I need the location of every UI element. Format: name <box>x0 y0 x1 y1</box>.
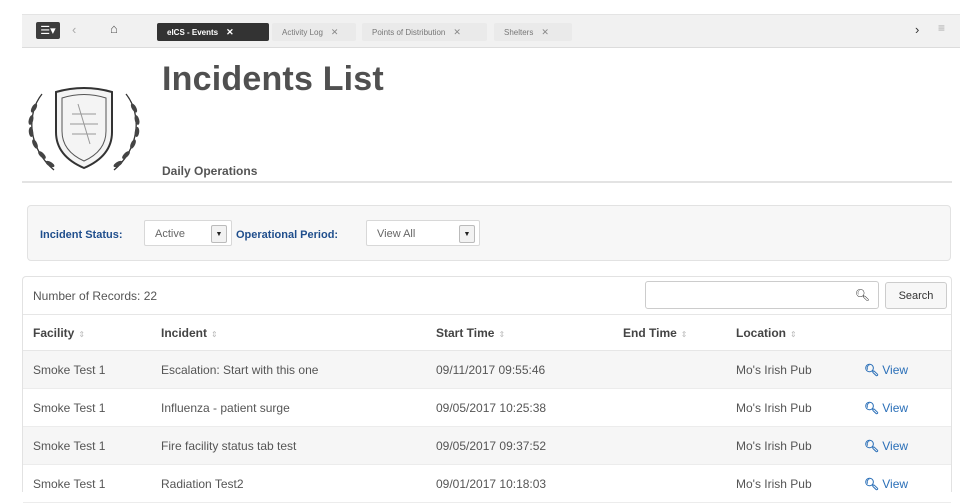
table-row: Smoke Test 1 Radiation Test2 09/01/2017 … <box>23 464 951 503</box>
sort-icon: ⇕ <box>211 329 218 339</box>
table-row: Smoke Test 1 Influenza - patient surge 0… <box>23 388 951 427</box>
sort-icon: ⇕ <box>680 329 688 339</box>
close-icon[interactable]: ✕ <box>331 27 339 38</box>
view-link[interactable]: 🔍︎ View <box>864 477 908 491</box>
table-row: Smoke Test 1 Escalation: Start with this… <box>23 350 951 389</box>
page-title: Incidents List <box>162 60 384 98</box>
records-panel: Number of Records: 22 🔍︎ Search Facility… <box>22 276 952 503</box>
search-button[interactable]: Search <box>885 282 947 309</box>
tab-bar: ☰▾ ‹ ⌂ eICS - Events ✕ Activity Log ✕ Po… <box>22 14 960 48</box>
menu-icon[interactable]: ☰▾ <box>36 22 60 39</box>
table-header-row: Facility ⇕ Incident ⇕ Start Time ⇕ End Time… <box>23 314 951 351</box>
chevron-right-icon[interactable]: › <box>915 22 919 37</box>
column-header-incident[interactable]: Incident ⇕ <box>161 314 436 351</box>
magnifier-icon: 🔍︎ <box>864 400 880 415</box>
chevron-down-icon[interactable]: ▼ <box>211 225 227 243</box>
operational-period-select[interactable]: View All ▼ <box>366 220 480 246</box>
seal-logo <box>28 87 140 171</box>
cell-end-time <box>623 464 736 503</box>
cell-location: Mo's Irish Pub <box>736 350 864 389</box>
record-count: Number of Records: 22 <box>33 289 158 303</box>
operational-period-label: Operational Period: <box>236 229 339 241</box>
search-input[interactable]: 🔍︎ <box>645 281 879 309</box>
chevron-down-icon[interactable]: ▼ <box>459 225 475 243</box>
incident-status-label: Incident Status: <box>40 229 123 241</box>
sort-icon: ⇕ <box>498 329 506 339</box>
chevron-left-icon[interactable]: ‹ <box>72 22 76 37</box>
close-icon[interactable]: ✕ <box>453 27 461 38</box>
divider <box>22 181 952 183</box>
incident-status-select[interactable]: Active ▼ <box>144 220 232 246</box>
filter-panel: Incident Status: Active ▼ Operational Pe… <box>27 205 951 261</box>
cell-incident: Fire facility status tab test <box>161 426 436 465</box>
search-icon: 🔍︎ <box>854 288 870 302</box>
magnifier-icon: 🔍︎ <box>864 362 880 377</box>
tab-activity-log[interactable]: Activity Log ✕ <box>272 23 356 41</box>
magnifier-icon: 🔍︎ <box>864 476 880 491</box>
cell-start-time: 09/05/2017 10:25:38 <box>436 388 623 427</box>
cell-location: Mo's Irish Pub <box>736 464 864 503</box>
tab-points-of-distribution[interactable]: Points of Distribution ✕ <box>362 23 487 41</box>
column-header-actions <box>864 314 951 351</box>
view-link[interactable]: 🔍︎ View <box>864 439 908 453</box>
tab-shelters[interactable]: Shelters ✕ <box>494 23 572 41</box>
view-link[interactable]: 🔍︎ View <box>864 401 908 415</box>
home-icon[interactable]: ⌂ <box>110 21 118 36</box>
table-row: Smoke Test 1 Fire facility status tab te… <box>23 426 951 465</box>
column-header-start-time[interactable]: Start Time ⇕ <box>436 314 623 351</box>
column-header-end-time[interactable]: End Time ⇕ <box>623 314 736 351</box>
view-link[interactable]: 🔍︎ View <box>864 363 908 377</box>
cell-incident: Influenza - patient surge <box>161 388 436 427</box>
tab-eics-events[interactable]: eICS - Events ✕ <box>157 23 269 41</box>
close-icon[interactable]: ✕ <box>541 27 549 38</box>
cell-location: Mo's Irish Pub <box>736 426 864 465</box>
cell-end-time <box>623 350 736 389</box>
cell-incident: Escalation: Start with this one <box>161 350 436 389</box>
cell-end-time <box>623 426 736 465</box>
magnifier-icon: 🔍︎ <box>864 438 880 453</box>
cell-incident: Radiation Test2 <box>161 464 436 503</box>
cell-location: Mo's Irish Pub <box>736 388 864 427</box>
column-header-facility[interactable]: Facility ⇕ <box>23 314 161 351</box>
cell-facility: Smoke Test 1 <box>23 388 161 427</box>
cell-start-time: 09/05/2017 09:37:52 <box>436 426 623 465</box>
column-header-location[interactable]: Location ⇕ <box>736 314 864 351</box>
sort-icon: ⇕ <box>790 329 797 339</box>
incidents-table: Facility ⇕ Incident ⇕ Start Time ⇕ End Time… <box>23 314 951 503</box>
cell-facility: Smoke Test 1 <box>23 464 161 503</box>
tab-list-icon[interactable]: ≡ <box>938 21 945 35</box>
cell-end-time <box>623 388 736 427</box>
cell-start-time: 09/01/2017 10:18:03 <box>436 464 623 503</box>
cell-facility: Smoke Test 1 <box>23 350 161 389</box>
sort-icon: ⇕ <box>78 329 86 339</box>
cell-start-time: 09/11/2017 09:55:46 <box>436 350 623 389</box>
cell-facility: Smoke Test 1 <box>23 426 161 465</box>
page-subtitle: Daily Operations <box>162 164 258 178</box>
close-icon[interactable]: ✕ <box>226 27 234 38</box>
